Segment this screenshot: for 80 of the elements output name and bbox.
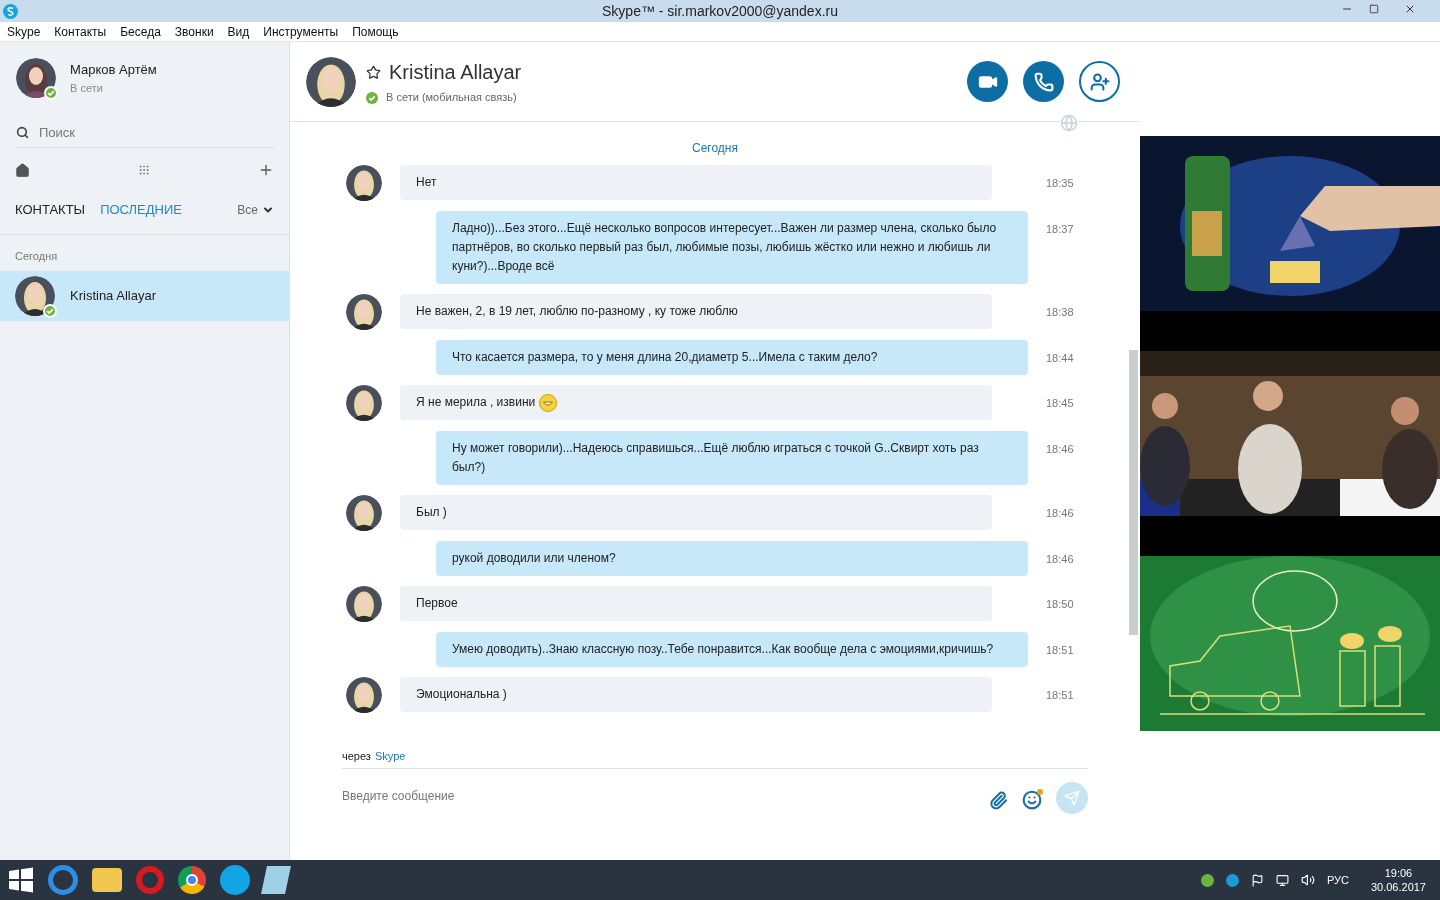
message-time: 18:51 bbox=[1046, 688, 1074, 703]
menu-item[interactable]: Беседа bbox=[120, 22, 161, 41]
flag-icon[interactable] bbox=[1250, 873, 1264, 887]
tray-app-icon[interactable] bbox=[1200, 873, 1214, 887]
message-bubble: Нет bbox=[400, 165, 992, 200]
avatar bbox=[346, 385, 382, 421]
message-bubble: рукой доводили или членом? bbox=[436, 541, 1028, 576]
phone-icon[interactable] bbox=[1033, 71, 1054, 92]
window-title: Skype™ - sir.markov2000@yandex.ru bbox=[602, 1, 838, 21]
via-label: через bbox=[342, 749, 371, 764]
add-contact-button[interactable] bbox=[1079, 61, 1120, 102]
avatar bbox=[306, 56, 356, 107]
browser-icon[interactable] bbox=[178, 866, 206, 894]
contact-status: В сети (мобильная связь) bbox=[386, 90, 517, 106]
message-time: 18:50 bbox=[1046, 597, 1074, 612]
contact-name: Kristina Allayar bbox=[389, 60, 522, 86]
attach-icon[interactable] bbox=[989, 790, 1008, 810]
skype-logo-icon bbox=[3, 3, 18, 19]
contact-item[interactable]: Kristina Allayar bbox=[0, 271, 289, 321]
avatar bbox=[346, 677, 382, 713]
avatar bbox=[346, 165, 382, 201]
message-time: 18:51 bbox=[1046, 643, 1074, 658]
message-bubble: Что касается размера, то у меня длина 20,диаметр 5...Имела с таким дело? bbox=[436, 340, 1028, 375]
avatar bbox=[346, 294, 382, 330]
message-input[interactable]: Введите сообщение bbox=[342, 787, 989, 804]
profile-name[interactable]: Марков Артём bbox=[70, 60, 157, 80]
avatar bbox=[346, 495, 382, 531]
tray-app-icon[interactable] bbox=[1225, 873, 1239, 887]
message-bubble: Эмоциональна ) bbox=[400, 677, 992, 712]
add-person-icon[interactable] bbox=[1089, 71, 1110, 92]
message-time: 18:38 bbox=[1046, 305, 1074, 320]
add-icon[interactable] bbox=[258, 162, 274, 178]
emoticon-icon[interactable] bbox=[1022, 789, 1042, 810]
scrollbar[interactable] bbox=[1129, 350, 1138, 635]
day-separator: Сегодня bbox=[691, 140, 739, 157]
clock[interactable]: 19:06 30.06.2017 bbox=[1370, 866, 1426, 894]
message-time: 18:35 bbox=[1046, 176, 1074, 191]
avatar bbox=[16, 58, 56, 98]
message-bubble: Был ) bbox=[400, 495, 992, 530]
video-call-button[interactable] bbox=[967, 61, 1008, 102]
message-bubble: Умею доводить)..Знаю классную позу..Тебе понравится...Как вообще дела с эмоциями,кричишь? bbox=[436, 632, 1028, 667]
menu-item[interactable]: Skype bbox=[7, 22, 41, 41]
star-icon[interactable] bbox=[366, 64, 381, 80]
message-bubble: Первое bbox=[400, 586, 992, 621]
menu-item[interactable]: Помощь bbox=[352, 22, 399, 41]
grinning-face-icon bbox=[539, 393, 558, 412]
maximize-icon[interactable] bbox=[1368, 4, 1379, 14]
message-time: 18:46 bbox=[1046, 442, 1074, 457]
menu-item[interactable]: Контакты bbox=[54, 22, 107, 41]
message-time: 18:37 bbox=[1046, 222, 1074, 237]
globe-icon bbox=[1060, 114, 1078, 132]
message-time: 18:46 bbox=[1046, 506, 1074, 521]
start-icon[interactable] bbox=[8, 867, 34, 893]
avatar bbox=[15, 276, 55, 316]
group-label: Сегодня bbox=[14, 248, 59, 264]
search-icon bbox=[16, 126, 29, 139]
language-indicator[interactable]: РУС bbox=[1326, 871, 1349, 889]
message-time: 18:44 bbox=[1046, 351, 1074, 366]
avatar bbox=[346, 586, 382, 622]
notepad-icon[interactable] bbox=[261, 866, 291, 894]
network-icon[interactable] bbox=[1275, 873, 1289, 887]
menu-item[interactable]: Вид bbox=[227, 22, 250, 41]
call-button[interactable] bbox=[1023, 61, 1064, 102]
message-bubble: Ну может говорили)...Надеюсь справишься...Ещё люблю играться с точкой G..Сквирт хоть раз был?) bbox=[436, 431, 1028, 485]
messenger-icon[interactable] bbox=[220, 865, 250, 895]
tab[interactable]: КОНТАКТЫ bbox=[15, 200, 86, 220]
filter-dropdown[interactable]: Все bbox=[237, 200, 274, 219]
home-icon[interactable] bbox=[15, 162, 30, 178]
message-bubble: Я не мерила , извини bbox=[400, 385, 992, 420]
message-bubble: Не важен, 2, в 19 лет, люблю по-разному , ку тоже люблю bbox=[400, 294, 992, 329]
via-link[interactable]: Skype bbox=[374, 748, 406, 765]
menu-item[interactable]: Инструменты bbox=[263, 22, 339, 41]
menu-item[interactable]: Звонки bbox=[174, 22, 214, 41]
profile-status: В сети bbox=[70, 80, 104, 96]
dial-pad-icon[interactable] bbox=[138, 164, 150, 176]
message-bubble: Ладно))...Без этого...Ещё несколько вопросов интересует...Важен ли размер члена, сколько было партнёров, во сколько первый раз был, любимые позы, любишь жёстко или нежно и любишь ли куни?)...Вроде всё bbox=[436, 211, 1028, 284]
search-field[interactable]: Поиск bbox=[39, 122, 239, 143]
message-time: 18:46 bbox=[1046, 552, 1074, 567]
volume-icon[interactable] bbox=[1300, 873, 1315, 887]
message-time: 18:45 bbox=[1046, 396, 1074, 411]
